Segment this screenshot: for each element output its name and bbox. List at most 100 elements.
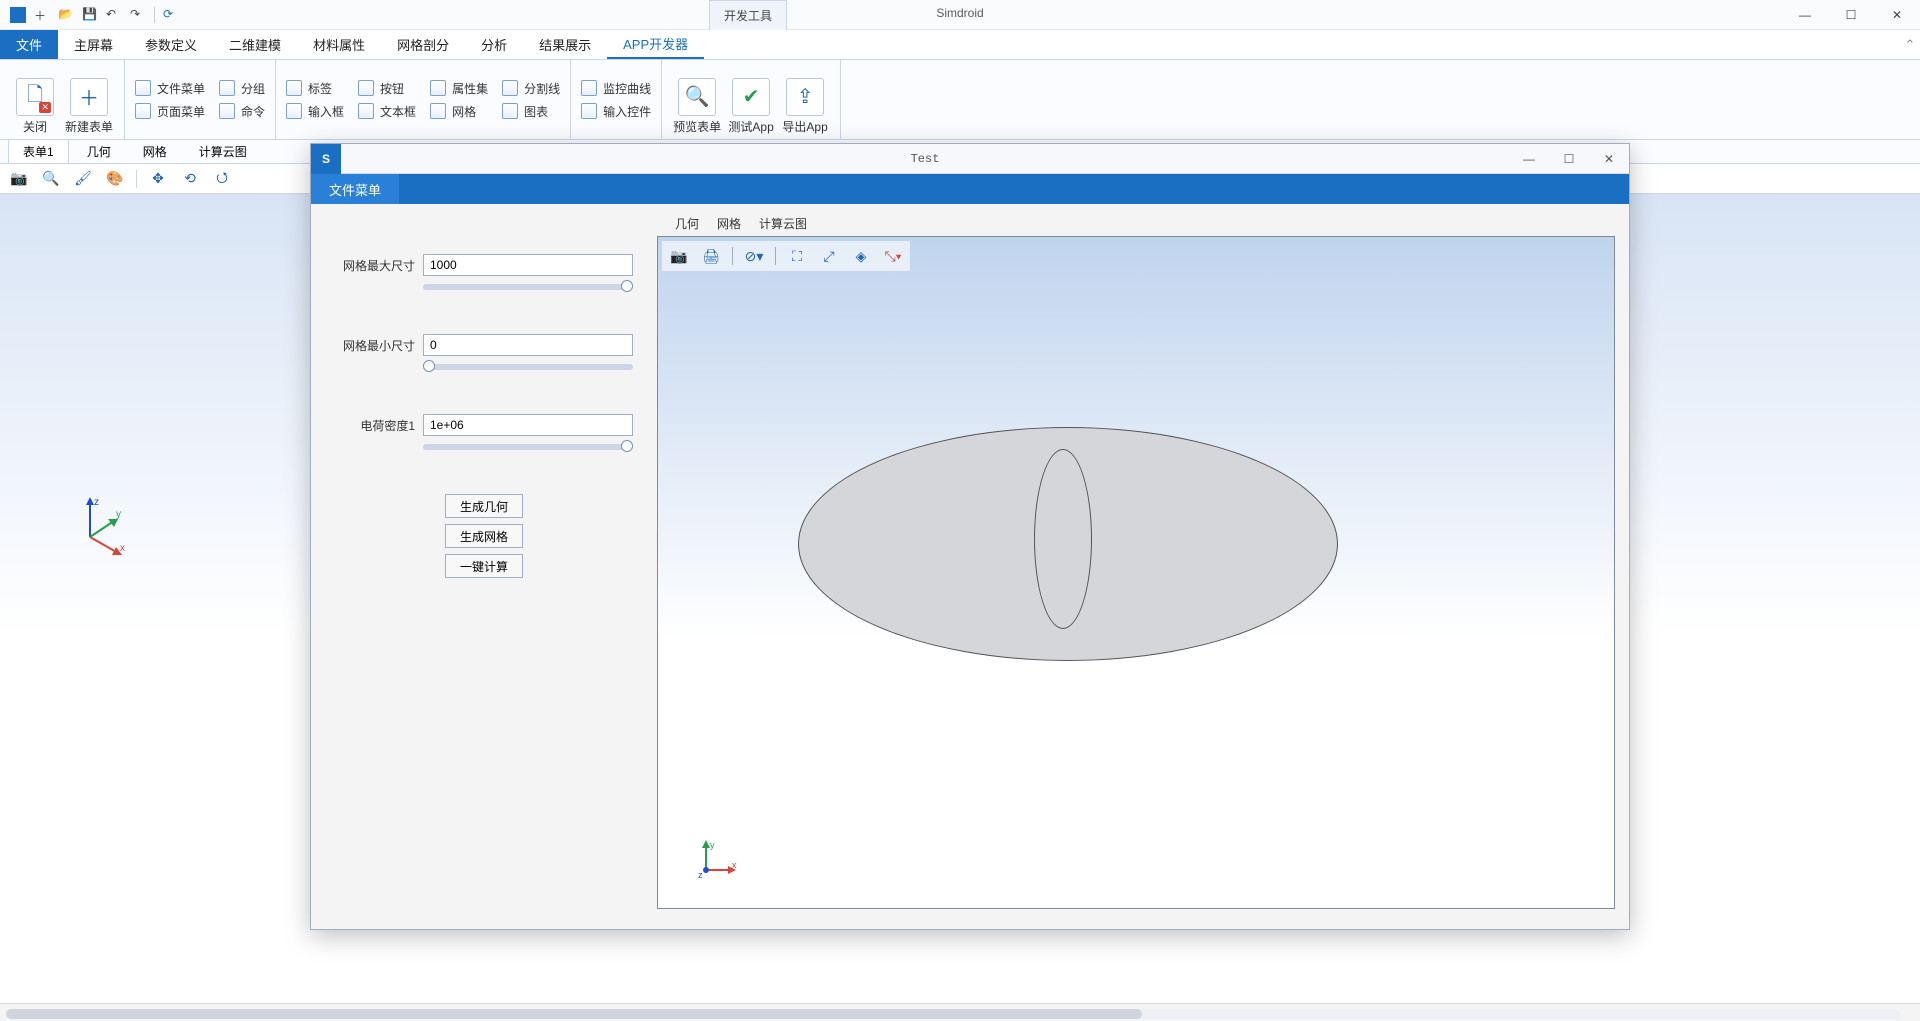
ribbon-tab-file[interactable]: 文件 [0, 30, 58, 59]
close-button[interactable]: ✕ [1874, 0, 1920, 30]
vp-ruler-icon[interactable]: ◈ [850, 245, 872, 267]
vp-print-icon[interactable]: 🖨 [700, 245, 722, 267]
file-menu-item[interactable]: 文件菜单 [135, 80, 205, 97]
gen-geom-button[interactable]: 生成几何 [445, 494, 523, 518]
ribbon-tab-results[interactable]: 结果展示 [523, 30, 607, 59]
propset-item[interactable]: 属性集 [430, 80, 488, 97]
save-icon[interactable]: 💾 [82, 7, 98, 23]
button-item[interactable]: 按钮 [358, 80, 416, 97]
doc-tab-geom[interactable]: 几何 [73, 140, 125, 163]
charge-density-label: 电荷密度1 [335, 417, 415, 434]
gen-mesh-button[interactable]: 生成网格 [445, 524, 523, 548]
ribbon-tab-params[interactable]: 参数定义 [129, 30, 213, 59]
min-size-input[interactable] [423, 334, 633, 356]
test-icon: ✔ [732, 78, 770, 116]
grid-item[interactable]: 网格 [430, 103, 488, 120]
viewport-tabs: 几何 网格 计算云图 [657, 212, 1615, 236]
propset-icon [430, 80, 446, 96]
max-size-input[interactable] [423, 254, 633, 276]
page-menu-icon [135, 103, 151, 119]
max-size-slider[interactable] [423, 284, 633, 290]
compute-button[interactable]: 一键计算 [445, 554, 523, 578]
new-form-button[interactable]: ＋ 新建表单 [64, 65, 114, 135]
preview-label: 预览表单 [673, 118, 721, 135]
charge-density-slider[interactable] [423, 444, 633, 450]
ribbon-tab-material[interactable]: 材料属性 [297, 30, 381, 59]
command-item[interactable]: 命令 [219, 103, 265, 120]
reset-view-icon[interactable]: ⭯ [211, 168, 233, 190]
slider-thumb[interactable] [621, 440, 633, 452]
window-controls: — ☐ ✕ [1782, 0, 1920, 30]
monitor-curve-item[interactable]: 监控曲线 [581, 80, 651, 97]
horizontal-scrollbar[interactable] [6, 1009, 1900, 1019]
slider-thumb[interactable] [621, 280, 633, 292]
group-item[interactable]: 分组 [219, 80, 265, 97]
input-item[interactable]: 输入框 [286, 103, 344, 120]
dialog-title-bar[interactable]: S Test — ☐ ✕ [311, 144, 1629, 174]
vp-fit-icon[interactable]: ⤢ [818, 245, 840, 267]
vp-zoom-select-icon[interactable]: ⛶ [786, 245, 808, 267]
dialog-file-menu-tab[interactable]: 文件菜单 [311, 174, 399, 204]
view-tab-mesh[interactable]: 网格 [717, 215, 741, 236]
ribbon-collapse-icon[interactable]: ⌃ [1900, 30, 1920, 59]
export-app-button[interactable]: ⇪ 导出App [780, 65, 830, 135]
open-icon[interactable]: 📂 [58, 7, 74, 23]
min-size-slider[interactable] [423, 364, 633, 370]
quick-access-toolbar: ＋ 📂 💾 ↶ ↷ ⟳ [0, 7, 189, 23]
page-menu-label: 页面菜单 [157, 103, 205, 120]
redo-icon[interactable]: ↷ [130, 7, 146, 23]
ribbon-tab-analysis[interactable]: 分析 [465, 30, 523, 59]
view-tab-geom[interactable]: 几何 [675, 215, 699, 236]
charge-density-input[interactable] [423, 414, 633, 436]
test-app-button[interactable]: ✔ 测试App [726, 65, 776, 135]
viewport-3d[interactable]: 📷 🖨 ⊘▾ ⛶ ⤢ ◈ ⤡▾ y x [657, 236, 1615, 909]
ribbon-tab-home[interactable]: 主屏幕 [58, 30, 129, 59]
textbox-item[interactable]: 文本框 [358, 103, 416, 120]
refresh-icon[interactable]: ⟳ [163, 7, 179, 23]
input-label: 输入框 [308, 103, 344, 120]
vp-axis-icon[interactable]: ⤡▾ [882, 245, 904, 267]
vp-cancel-icon[interactable]: ⊘▾ [743, 245, 765, 267]
ribbon-tab-2d[interactable]: 二维建模 [213, 30, 297, 59]
splitter-item[interactable]: 分割线 [502, 80, 560, 97]
palette-icon[interactable]: 🎨 [104, 168, 126, 190]
dialog-left-panel: 网格最大尺寸 网格最小尺寸 电荷密度1 生成 [311, 204, 657, 929]
label-item[interactable]: 标签 [286, 80, 344, 97]
ribbon-tab-mesh[interactable]: 网格剖分 [381, 30, 465, 59]
ribbon-tab-row: 文件 主屏幕 参数定义 二维建模 材料属性 网格剖分 分析 结果展示 APP开发… [0, 30, 1920, 60]
page-menu-item[interactable]: 页面菜单 [135, 103, 205, 120]
viewport-toolbar: 📷 🖨 ⊘▾ ⛶ ⤢ ◈ ⤡▾ [662, 241, 910, 271]
dialog-minimize-button[interactable]: — [1509, 152, 1549, 166]
view-tab-cloud[interactable]: 计算云图 [759, 215, 807, 236]
camera-icon[interactable]: 📷 [8, 168, 30, 190]
geometry-ellipse-inner [1034, 449, 1092, 629]
tag-icon [286, 80, 302, 96]
new-form-icon: ＋ [70, 78, 108, 116]
doc-tab-form1[interactable]: 表单1 [8, 139, 69, 163]
brush-icon[interactable]: 🖌 [72, 168, 94, 190]
zoom-icon[interactable]: 🔍 [40, 168, 62, 190]
divider-icon [154, 7, 155, 23]
scrollbar-thumb[interactable] [6, 1009, 1142, 1019]
vp-camera-icon[interactable]: 📷 [668, 245, 690, 267]
minimize-button[interactable]: — [1782, 0, 1828, 30]
doc-tab-mesh[interactable]: 网格 [129, 140, 181, 163]
slider-thumb[interactable] [423, 360, 435, 372]
axis-gizmo-3d: z x y [70, 497, 130, 557]
doc-tab-cloud[interactable]: 计算云图 [185, 140, 261, 163]
rotate-icon[interactable]: ⟲ [179, 168, 201, 190]
dialog-maximize-button[interactable]: ☐ [1549, 152, 1589, 166]
new-icon[interactable]: ＋ [34, 7, 50, 23]
chart-item[interactable]: 图表 [502, 103, 560, 120]
title-bar: ＋ 📂 💾 ↶ ↷ ⟳ 开发工具 Simdroid — ☐ ✕ [0, 0, 1920, 30]
undo-icon[interactable]: ↶ [106, 7, 122, 23]
dev-tools-tab[interactable]: 开发工具 [709, 0, 787, 30]
dialog-close-button[interactable]: ✕ [1589, 152, 1629, 166]
close-app-button[interactable]: 🗋✕ 关闭 [10, 65, 60, 135]
maximize-button[interactable]: ☐ [1828, 0, 1874, 30]
pan-icon[interactable]: ✥ [147, 168, 169, 190]
preview-form-button[interactable]: 🔍 预览表单 [672, 65, 722, 135]
param-min-size: 网格最小尺寸 [335, 334, 633, 370]
ribbon-tab-appdev[interactable]: APP开发器 [607, 30, 704, 59]
input-control-item[interactable]: 输入控件 [581, 103, 651, 120]
